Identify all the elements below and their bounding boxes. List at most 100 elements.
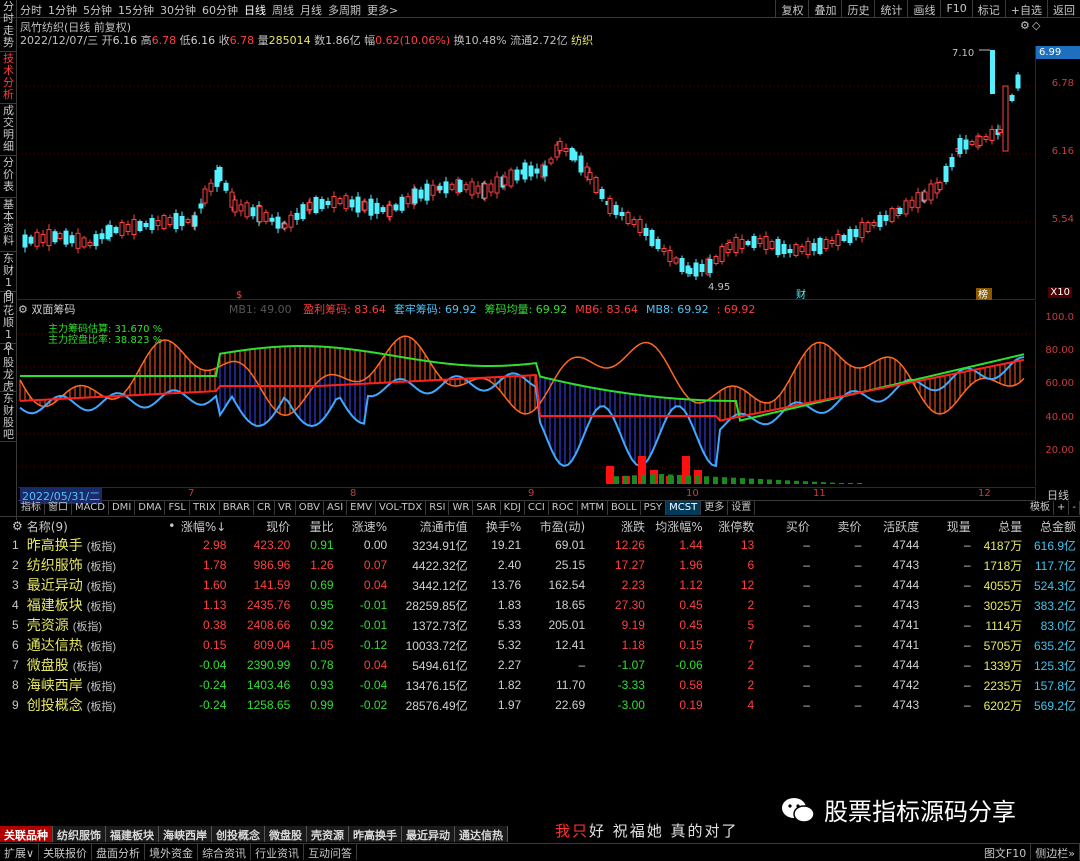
bottom-tab-1[interactable]: 纺织服饰 — [53, 826, 106, 842]
kline-panel[interactable]: 7.10 4.95 $ 财 榜 — [18, 46, 1035, 301]
indicator-chart[interactable] — [18, 316, 1035, 486]
indicator-tab-19[interactable]: ROC — [549, 501, 578, 515]
period-tab-6[interactable]: 日线 — [244, 2, 266, 18]
indicator-panel[interactable]: 主力筹码估算: 31.670 % 主力控盘比率: 38.823 % — [18, 316, 1035, 486]
zoom-x10[interactable]: X10 — [1048, 287, 1072, 298]
bottom-tab-0[interactable]: 关联品种 — [0, 826, 53, 842]
indicator-tab-14[interactable]: RSI — [426, 501, 450, 515]
toolbar-button-2[interactable]: 历史 — [841, 0, 874, 18]
status-item-4[interactable]: 综合资讯 — [198, 844, 252, 860]
period-tab-4[interactable]: 30分钟 — [160, 2, 196, 18]
bottom-tab-9[interactable]: 通达信热 — [455, 826, 508, 842]
indicator-tab-3[interactable]: DMI — [109, 501, 136, 515]
toolbar-button-5[interactable]: F10 — [940, 0, 971, 18]
status-right-1[interactable]: 侧边栏» — [1031, 844, 1080, 860]
indicator-tab-2[interactable]: MACD — [72, 501, 109, 515]
column-header-3[interactable]: 涨幅%↓ — [179, 517, 230, 535]
indicator-tab-9[interactable]: VR — [275, 501, 296, 515]
indicator-tab-8[interactable]: CR — [254, 501, 275, 515]
toolbar-button-8[interactable]: 返回 — [1047, 0, 1080, 18]
status-item-5[interactable]: 行业资讯 — [251, 844, 305, 860]
indicator-tab-1[interactable]: 窗口 — [45, 501, 72, 515]
indicator-tab-right-2[interactable]: - — [1069, 501, 1080, 515]
left-nav-tab-6[interactable]: 同花顺10 — [0, 292, 17, 353]
table-row[interactable]: 1 昨高换手 (板指) 2.98 423.20 0.91 0.00 3234.91亿 19.2… — [0, 535, 1080, 555]
indicator-tab-15[interactable]: WR — [449, 501, 474, 515]
column-header-13[interactable]: 买价 — [758, 517, 814, 535]
column-header-6[interactable]: 涨速% — [338, 517, 392, 535]
column-header-2[interactable]: • — [148, 517, 179, 535]
left-nav-tab-8[interactable]: 东财股吧 — [0, 392, 17, 442]
left-nav-tab-3[interactable]: 分价表 — [0, 156, 17, 198]
toolbar-button-6[interactable]: 标记 — [971, 0, 1005, 18]
period-tab-10[interactable]: 更多> — [367, 2, 398, 18]
period-tab-8[interactable]: 月线 — [300, 2, 322, 18]
column-header-1[interactable]: 名称(9) — [27, 517, 149, 535]
indicator-tab-22[interactable]: PSY — [641, 501, 667, 515]
column-header-7[interactable]: 流通市值 — [391, 517, 471, 535]
status-item-6[interactable]: 互动问答 — [304, 844, 358, 860]
toolbar-button-1[interactable]: 叠加 — [808, 0, 841, 18]
indicator-tab-5[interactable]: FSL — [165, 501, 190, 515]
table-row[interactable]: 7 微盘股 (板指) -0.04 2390.99 0.78 0.04 5494.61亿 2.2… — [0, 655, 1080, 675]
status-item-0[interactable]: 扩展∨ — [0, 844, 40, 860]
indicator-tab-4[interactable]: DMA — [135, 501, 166, 515]
column-header-0[interactable]: ⚙ — [0, 517, 27, 535]
settings-icon[interactable]: ⚙ — [1020, 19, 1030, 32]
status-item-3[interactable]: 境外资金 — [145, 844, 199, 860]
toolbar-button-0[interactable]: 复权 — [775, 0, 808, 18]
table-row[interactable]: 3 最近异动 (板指) 1.60 141.59 0.69 0.04 3442.12亿 13.7… — [0, 575, 1080, 595]
indicator-tab-11[interactable]: ASI — [324, 501, 348, 515]
table-row[interactable]: 6 通达信热 (板指) 0.15 809.04 1.05 -0.12 10033.72亿 5.… — [0, 635, 1080, 655]
status-right-0[interactable]: 图文F10 — [980, 844, 1032, 860]
left-nav-tab-0[interactable]: 分时走势 — [0, 0, 17, 52]
toolbar-button-3[interactable]: 统计 — [874, 0, 907, 18]
column-header-15[interactable]: 活跃度 — [865, 517, 923, 535]
left-nav-tab-5[interactable]: 东财10 — [0, 252, 17, 301]
indicator-tab-25[interactable]: 设置 — [728, 501, 756, 515]
indicator-tab-6[interactable]: TRIX — [190, 501, 220, 515]
indicator-tab-13[interactable]: VOL-TDX — [376, 501, 427, 515]
left-nav-tab-4[interactable]: 基本资料 — [0, 198, 17, 252]
column-header-17[interactable]: 总量 — [975, 517, 1027, 535]
indicator-tab-0[interactable]: 指标 — [18, 501, 45, 515]
column-header-4[interactable]: 现价 — [230, 517, 294, 535]
toolbar-button-7[interactable]: +自选 — [1004, 0, 1047, 18]
period-tab-0[interactable]: 分时 — [20, 2, 42, 18]
column-header-10[interactable]: 涨跌 — [589, 517, 649, 535]
indicator-tab-23[interactable]: MCST — [666, 501, 702, 515]
period-tab-2[interactable]: 5分钟 — [83, 2, 112, 18]
indicator-tab-right-1[interactable]: + — [1054, 501, 1070, 515]
toolbar-button-4[interactable]: 画线 — [907, 0, 940, 18]
table-row[interactable]: 2 纺织服饰 (板指) 1.78 986.96 1.26 0.07 4422.32亿 2.40… — [0, 555, 1080, 575]
column-header-16[interactable]: 现量 — [923, 517, 975, 535]
bottom-tab-4[interactable]: 创投概念 — [212, 826, 265, 842]
indicator-tab-right-0[interactable]: 模板 — [1027, 501, 1054, 515]
table-row[interactable]: 5 壳资源 (板指) 0.38 2408.66 0.92 -0.01 1372.73亿 5.3… — [0, 615, 1080, 635]
indicator-tab-20[interactable]: MTM — [578, 501, 608, 515]
bottom-tab-2[interactable]: 福建板块 — [106, 826, 159, 842]
indicator-tab-12[interactable]: EMV — [347, 501, 376, 515]
column-header-18[interactable]: 总金额 — [1026, 517, 1080, 535]
column-header-11[interactable]: 均涨幅% — [649, 517, 707, 535]
table-row[interactable]: 9 创投概念 (板指) -0.24 1258.65 0.99 -0.02 28576.49亿… — [0, 695, 1080, 715]
close-icon[interactable]: ◇ — [1032, 19, 1040, 32]
period-tab-5[interactable]: 60分钟 — [202, 2, 238, 18]
status-item-1[interactable]: 关联报价 — [39, 844, 93, 860]
left-nav-tab-2[interactable]: 成交明细 — [0, 104, 17, 156]
indicator-settings-icon[interactable]: ⚙ — [18, 303, 28, 316]
column-header-14[interactable]: 卖价 — [814, 517, 866, 535]
column-header-8[interactable]: 换手% — [472, 517, 526, 535]
period-tab-7[interactable]: 周线 — [272, 2, 294, 18]
table-row[interactable]: 8 海峡西岸 (板指) -0.24 1403.46 0.93 -0.04 13476.15亿… — [0, 675, 1080, 695]
period-tab-1[interactable]: 1分钟 — [48, 2, 77, 18]
indicator-tab-17[interactable]: KDJ — [501, 501, 525, 515]
bottom-tab-6[interactable]: 壳资源 — [307, 826, 349, 842]
left-nav-tab-1[interactable]: 技术分析 — [0, 52, 17, 104]
bottom-tab-7[interactable]: 昨高换手 — [349, 826, 402, 842]
period-tab-9[interactable]: 多周期 — [328, 2, 361, 18]
column-header-9[interactable]: 市盈(动) — [525, 517, 589, 535]
indicator-tab-7[interactable]: BRAR — [220, 501, 254, 515]
table-row[interactable]: 4 福建板块 (板指) 1.13 2435.76 0.95 -0.01 28259.85亿 1… — [0, 595, 1080, 615]
bottom-tab-5[interactable]: 微盘股 — [265, 826, 307, 842]
